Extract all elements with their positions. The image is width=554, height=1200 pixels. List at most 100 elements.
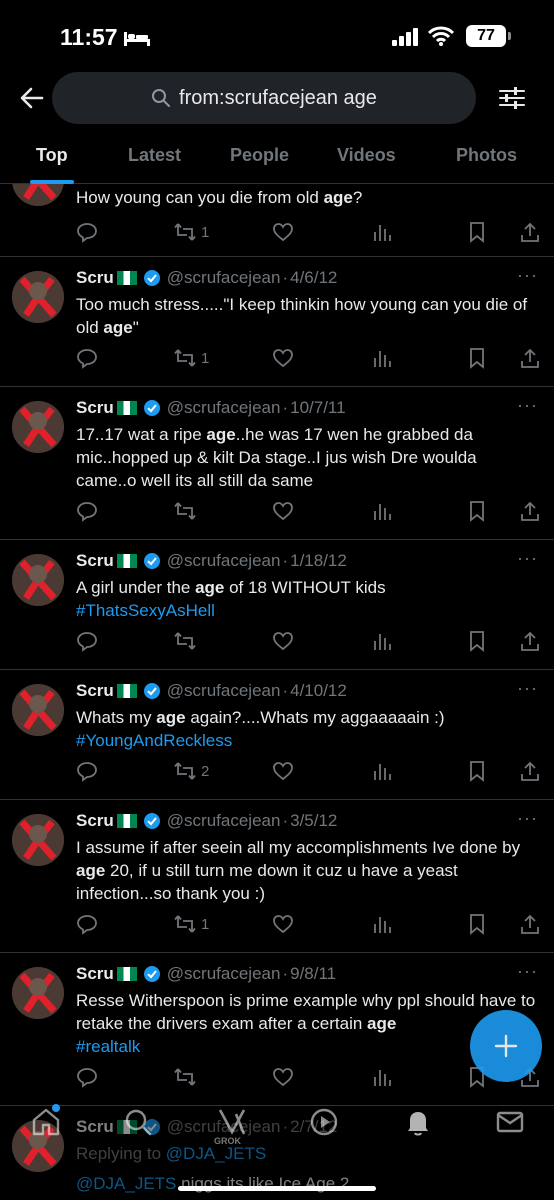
- mention-link[interactable]: @DJA_JETS: [76, 1174, 176, 1193]
- bookmark-button[interactable]: [468, 912, 486, 936]
- reply-button[interactable]: [76, 629, 98, 653]
- views-button[interactable]: [372, 346, 392, 370]
- like-button[interactable]: [272, 499, 294, 523]
- tweet-actions: [76, 629, 542, 653]
- compose-tweet-button[interactable]: [470, 1010, 542, 1082]
- avatar[interactable]: [12, 271, 64, 323]
- more-options-icon[interactable]: ···: [517, 265, 538, 286]
- bell-icon[interactable]: [402, 1106, 434, 1138]
- display-name[interactable]: Scru: [76, 268, 114, 288]
- avatar[interactable]: [12, 554, 64, 606]
- home-indicator[interactable]: [178, 1186, 376, 1191]
- views-button[interactable]: [372, 220, 392, 244]
- hashtag-link[interactable]: #realtalk: [76, 1037, 140, 1056]
- mail-icon[interactable]: [494, 1106, 526, 1138]
- tab-latest[interactable]: Latest: [128, 145, 181, 166]
- share-button[interactable]: [520, 346, 540, 370]
- search-icon[interactable]: [122, 1106, 154, 1138]
- retweet-button[interactable]: 1: [173, 220, 209, 244]
- tweet[interactable]: Scru @scrufacejean · 1/18/12 ··· A girl …: [0, 540, 554, 670]
- handle[interactable]: @scrufacejean: [167, 268, 281, 288]
- avatar[interactable]: [12, 401, 64, 453]
- tweet[interactable]: Scru @scrufacejean · 10/7/11 ··· 17..17 …: [0, 387, 554, 540]
- bookmark-button[interactable]: [468, 346, 486, 370]
- share-button[interactable]: [520, 220, 540, 244]
- avatar[interactable]: [12, 967, 64, 1019]
- tweet[interactable]: Scru @scrufacejean · 9/8/11 ··· Resse Wi…: [0, 953, 554, 1106]
- like-button[interactable]: [272, 346, 294, 370]
- retweet-button[interactable]: 1: [173, 346, 209, 370]
- display-name[interactable]: Scru: [76, 398, 114, 418]
- like-button[interactable]: [272, 912, 294, 936]
- tweet-date[interactable]: 9/8/11: [290, 964, 336, 984]
- avatar[interactable]: [12, 684, 64, 736]
- retweet-count: 1: [201, 349, 210, 367]
- share-button[interactable]: [520, 629, 540, 653]
- handle[interactable]: @scrufacejean: [167, 964, 281, 984]
- views-button[interactable]: [372, 499, 392, 523]
- avatar[interactable]: [12, 814, 64, 866]
- back-arrow-icon[interactable]: [16, 82, 48, 114]
- handle[interactable]: @scrufacejean: [167, 398, 281, 418]
- replying-to-link[interactable]: @DJA_JETS: [166, 1144, 266, 1163]
- like-button[interactable]: [272, 759, 294, 783]
- share-button[interactable]: [520, 499, 540, 523]
- like-button[interactable]: [272, 629, 294, 653]
- retweet-button[interactable]: [173, 629, 201, 653]
- more-options-icon[interactable]: ···: [517, 548, 538, 569]
- tab-top[interactable]: Top: [36, 145, 68, 166]
- retweet-button[interactable]: 2: [173, 759, 209, 783]
- tweet-date[interactable]: 10/7/11: [290, 398, 345, 418]
- tweet[interactable]: Scru @scrufacejean · 4/10/12 ··· Whats m…: [0, 670, 554, 800]
- hashtag-link[interactable]: #YoungAndReckless: [76, 731, 232, 750]
- tab-photos[interactable]: Photos: [456, 145, 517, 166]
- views-button[interactable]: [372, 912, 392, 936]
- grok-icon[interactable]: [216, 1106, 248, 1138]
- reply-button[interactable]: [76, 220, 98, 244]
- hashtag-link[interactable]: #ThatsSexyAsHell: [76, 601, 215, 620]
- bookmark-button[interactable]: [468, 220, 486, 244]
- display-name[interactable]: Scru: [76, 811, 114, 831]
- share-button[interactable]: [520, 759, 540, 783]
- like-button[interactable]: [272, 220, 294, 244]
- tweet[interactable]: Scru @scrufacejean · 3/5/12 ··· I assume…: [0, 800, 554, 953]
- views-button[interactable]: [372, 629, 392, 653]
- views-button[interactable]: [372, 1065, 392, 1089]
- filter-sliders-icon[interactable]: [496, 82, 528, 114]
- search-input[interactable]: from:scrufacejean age: [52, 72, 476, 124]
- handle[interactable]: @scrufacejean: [167, 811, 281, 831]
- more-options-icon[interactable]: ···: [517, 808, 538, 829]
- tweet[interactable]: Scru @scrufacejean · 4/6/12 ··· Too much…: [0, 257, 554, 387]
- handle[interactable]: @scrufacejean: [167, 551, 281, 571]
- retweet-button[interactable]: [173, 499, 201, 523]
- display-name[interactable]: Scru: [76, 964, 114, 984]
- tab-videos[interactable]: Videos: [337, 145, 396, 166]
- handle[interactable]: @scrufacejean: [167, 681, 281, 701]
- bookmark-button[interactable]: [468, 499, 486, 523]
- more-options-icon[interactable]: ···: [517, 395, 538, 416]
- play-icon[interactable]: [308, 1106, 340, 1138]
- tweet[interactable]: How young can you die from old age? 1: [0, 184, 554, 257]
- display-name[interactable]: Scru: [76, 681, 114, 701]
- reply-button[interactable]: [76, 499, 98, 523]
- views-button[interactable]: [372, 759, 392, 783]
- tab-people[interactable]: People: [230, 145, 289, 166]
- share-button[interactable]: [520, 912, 540, 936]
- reply-button[interactable]: [76, 346, 98, 370]
- more-options-icon[interactable]: ···: [517, 961, 538, 982]
- retweet-button[interactable]: [173, 1065, 201, 1089]
- like-button[interactable]: [272, 1065, 294, 1089]
- tweet-date[interactable]: 4/10/12: [290, 681, 347, 701]
- avatar[interactable]: [12, 184, 64, 206]
- reply-button[interactable]: [76, 1065, 98, 1089]
- reply-button[interactable]: [76, 759, 98, 783]
- display-name[interactable]: Scru: [76, 551, 114, 571]
- reply-button[interactable]: [76, 912, 98, 936]
- tweet-date[interactable]: 3/5/12: [290, 811, 337, 831]
- more-options-icon[interactable]: ···: [517, 678, 538, 699]
- tweet-date[interactable]: 1/18/12: [290, 551, 347, 571]
- retweet-button[interactable]: 1: [173, 912, 209, 936]
- bookmark-button[interactable]: [468, 759, 486, 783]
- tweet-date[interactable]: 4/6/12: [290, 268, 337, 288]
- bookmark-button[interactable]: [468, 629, 486, 653]
